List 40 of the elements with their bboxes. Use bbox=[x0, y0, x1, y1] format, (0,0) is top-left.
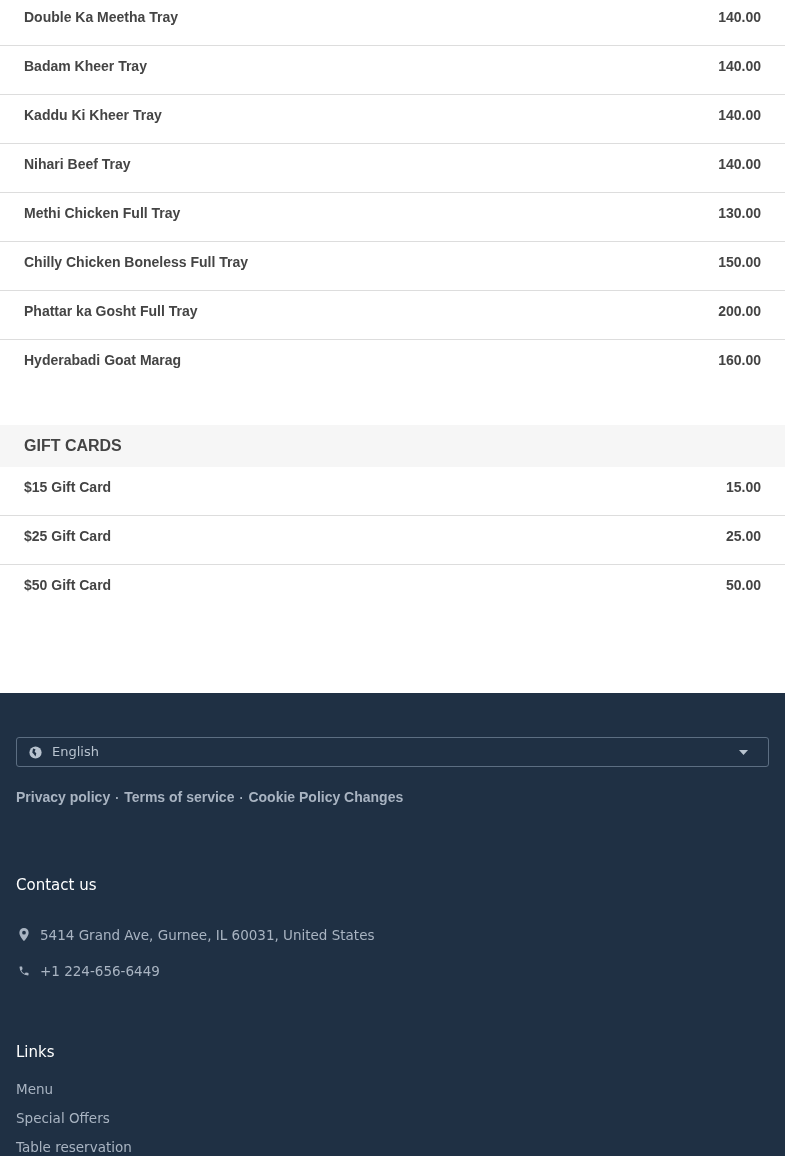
item-price: 130.00 bbox=[718, 205, 761, 221]
item-name[interactable]: Methi Chicken Full Tray bbox=[24, 205, 181, 221]
contact-title: Contact us bbox=[16, 875, 98, 896]
item-name[interactable]: $25 Gift Card bbox=[24, 528, 112, 544]
item-name[interactable]: Hyderabadi Goat Marag bbox=[24, 352, 182, 368]
address-text: 5414 Grand Ave, Gurnee, IL 60031, United States bbox=[40, 925, 375, 945]
footer-link[interactable]: Table reservation bbox=[16, 1137, 769, 1157]
globe-icon bbox=[29, 745, 42, 759]
phone-text: +1 224-656-6449 bbox=[40, 961, 160, 981]
item-price: 140.00 bbox=[718, 156, 761, 172]
footer-link[interactable]: Menu bbox=[16, 1079, 769, 1099]
map-pin-icon bbox=[19, 928, 29, 942]
item-price: 140.00 bbox=[718, 58, 761, 74]
item-price: 140.00 bbox=[718, 107, 761, 123]
item-name[interactable]: $15 Gift Card bbox=[24, 479, 112, 495]
item-name[interactable]: Badam Kheer Tray bbox=[24, 58, 147, 74]
item-name[interactable]: Phattar ka Gosht Full Tray bbox=[24, 303, 198, 319]
policy-link[interactable]: Cookie Policy Changes bbox=[248, 787, 404, 808]
phone-icon bbox=[18, 964, 30, 977]
section-title: GIFT CARDS bbox=[24, 436, 122, 456]
item-price: 25.00 bbox=[725, 528, 761, 544]
separator-dot: · bbox=[239, 789, 244, 807]
item-name[interactable]: Kaddu Ki Kheer Tray bbox=[24, 107, 162, 123]
language-select[interactable]: English bbox=[16, 737, 769, 767]
item-price: 160.00 bbox=[718, 352, 761, 368]
item-name[interactable]: Nihari Beef Tray bbox=[24, 156, 131, 172]
item-name[interactable]: Chilly Chicken Boneless Full Tray bbox=[24, 254, 249, 270]
item-price: 140.00 bbox=[718, 9, 761, 25]
separator-dot: · bbox=[115, 789, 120, 807]
policy-link[interactable]: Terms of service bbox=[124, 787, 235, 808]
item-price: 200.00 bbox=[718, 303, 761, 319]
item-price: 50.00 bbox=[725, 577, 761, 593]
item-price: 15.00 bbox=[725, 479, 761, 495]
item-name[interactable]: Double Ka Meetha Tray bbox=[24, 9, 179, 25]
caret-icon bbox=[739, 749, 748, 755]
footer-link[interactable]: Special Offers bbox=[16, 1108, 769, 1128]
item-name[interactable]: $50 Gift Card bbox=[24, 577, 112, 593]
links-title: Links bbox=[16, 1042, 56, 1063]
policy-link[interactable]: Privacy policy bbox=[16, 787, 111, 808]
item-price: 150.00 bbox=[718, 254, 761, 270]
